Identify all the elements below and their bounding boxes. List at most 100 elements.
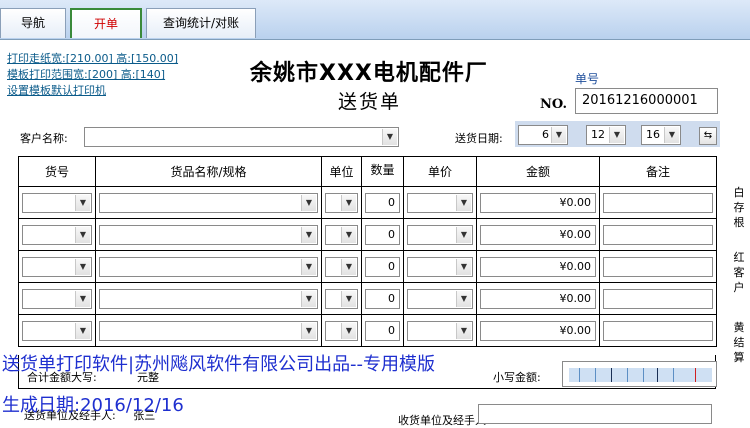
digit-divider [695,368,696,382]
year-value: 6 [542,128,549,141]
unit-price-select[interactable]: ▼ [407,321,473,341]
chevron-down-icon: ▼ [551,127,566,143]
unit-select[interactable]: ▼ [325,321,358,341]
month-value: 12 [591,128,605,141]
unit-select[interactable]: ▼ [325,225,358,245]
watermark-line-1: 送货单打印软件|苏州飚风软件有限公司出品--专用模版 [2,354,436,375]
item-no-select[interactable]: ▼ [22,321,92,341]
watermark-line-2: 生成日期:2016/12/16 [2,395,184,416]
year-select[interactable]: 6 ▼ [518,125,568,145]
notes-input[interactable] [603,225,713,245]
chevron-down-icon: ▼ [341,259,356,275]
chevron-down-icon: ▼ [456,323,471,339]
template-range-link[interactable]: 模板打印范围宽:[200] 高:[140] [7,67,178,83]
chevron-down-icon: ▼ [75,323,90,339]
unit-price-select[interactable]: ▼ [407,289,473,309]
quantity-input[interactable]: 0 [365,225,400,245]
quantity-input[interactable]: 0 [365,193,400,213]
quantity-input[interactable]: 0 [365,257,400,277]
paper-size-link[interactable]: 打印走纸宽:[210.00] 高:[150.00] [7,51,178,67]
chevron-down-icon: ▼ [75,195,90,211]
chevron-down-icon: ▼ [301,259,316,275]
print-settings-links: 打印走纸宽:[210.00] 高:[150.00] 模板打印范围宽:[200] … [7,51,178,99]
chevron-down-icon: ▼ [301,323,316,339]
name-spec-select[interactable]: ▼ [99,289,318,309]
unit-price-select[interactable]: ▼ [407,193,473,213]
chevron-down-icon: ▼ [341,323,356,339]
chevron-down-icon: ▼ [301,291,316,307]
amount-field[interactable]: ¥0.00 [480,225,596,245]
digit-divider [657,368,658,382]
month-select[interactable]: 12 ▼ [586,125,626,145]
table-row: ▼ ▼ ▼ 0 ▼ ¥0.00 [18,314,717,347]
name-spec-select[interactable]: ▼ [99,321,318,341]
order-number-label: NO. [540,97,567,112]
unit-price-select[interactable]: ▼ [407,257,473,277]
digit-divider [595,368,596,382]
column-header-notes: 备注 [599,156,717,187]
item-no-select[interactable]: ▼ [22,289,92,309]
receiver-handler-field[interactable] [478,404,712,424]
chevron-down-icon: ▼ [456,195,471,211]
chevron-down-icon: ▼ [609,127,624,143]
digit-divider [611,368,612,382]
chevron-down-icon: ▼ [341,195,356,211]
receiver-handler-label: 收货单位及经手人 [398,414,486,427]
amount-digit-grid [569,368,712,382]
notes-input[interactable] [603,193,713,213]
column-header-unit-price: 单价 [403,156,477,187]
unit-select[interactable]: ▼ [325,193,358,213]
name-spec-select[interactable]: ▼ [99,225,318,245]
tab-bar: 导航 开单 查询统计/对账 [0,0,750,40]
order-number-caption: 单号 [575,72,600,86]
chevron-down-icon: ▼ [75,259,90,275]
digit-divider [673,368,674,382]
column-header-quantity: 数量 [361,156,404,187]
amount-field[interactable]: ¥0.00 [480,257,596,277]
digit-divider [627,368,628,382]
unit-select[interactable]: ▼ [325,289,358,309]
notes-input[interactable] [603,289,713,309]
default-printer-link[interactable]: 设置模板默认打印机 [7,83,178,99]
table-row: ▼ ▼ ▼ 0 ▼ ¥0.00 [18,282,717,315]
day-select[interactable]: 16 ▼ [641,125,681,145]
name-spec-select[interactable]: ▼ [99,193,318,213]
chevron-down-icon: ▼ [301,195,316,211]
side-label-yellow: 黄结算 [733,321,745,364]
chevron-down-icon: ▼ [664,127,679,143]
order-number-field[interactable]: 20161216000001 [575,88,718,114]
chevron-down-icon: ▼ [456,259,471,275]
item-no-select[interactable]: ▼ [22,193,92,213]
amount-field[interactable]: ¥0.00 [480,289,596,309]
quantity-input[interactable]: 0 [365,289,400,309]
chevron-down-icon: ▼ [75,227,90,243]
item-no-select[interactable]: ▼ [22,257,92,277]
item-no-select[interactable]: ▼ [22,225,92,245]
quantity-input[interactable]: 0 [365,321,400,341]
amount-field[interactable]: ¥0.00 [480,193,596,213]
column-header-item-no: 货号 [18,156,96,187]
unit-price-select[interactable]: ▼ [407,225,473,245]
table-header-row: 货号 货品名称/规格 单位 数量 单价 金额 备注 [18,156,717,187]
digit-divider [643,368,644,382]
side-label-white: 白存根 [733,186,745,229]
chevron-down-icon: ▼ [341,291,356,307]
tab-query-statistics[interactable]: 查询统计/对账 [146,8,256,38]
column-header-unit: 单位 [321,156,362,187]
amount-field[interactable]: ¥0.00 [480,321,596,341]
tab-navigation[interactable]: 导航 [0,8,66,38]
table-row: ▼ ▼ ▼ 0 ▼ ¥0.00 [18,250,717,283]
tab-create-order[interactable]: 开单 [70,8,142,38]
customer-label: 客户名称: [20,132,68,145]
unit-select[interactable]: ▼ [325,257,358,277]
swap-date-button[interactable]: ⇆ [699,127,717,145]
name-spec-select[interactable]: ▼ [99,257,318,277]
customer-select[interactable]: ▼ [84,127,399,147]
table-row: ▼ ▼ ▼ 0 ▼ ¥0.00 [18,186,717,219]
notes-input[interactable] [603,321,713,341]
company-name: 余姚市XXX电机配件厂 [250,61,488,86]
side-label-red: 红客户 [733,251,745,294]
notes-input[interactable] [603,257,713,277]
total-small-field[interactable] [562,361,717,387]
chevron-down-icon: ▼ [456,291,471,307]
